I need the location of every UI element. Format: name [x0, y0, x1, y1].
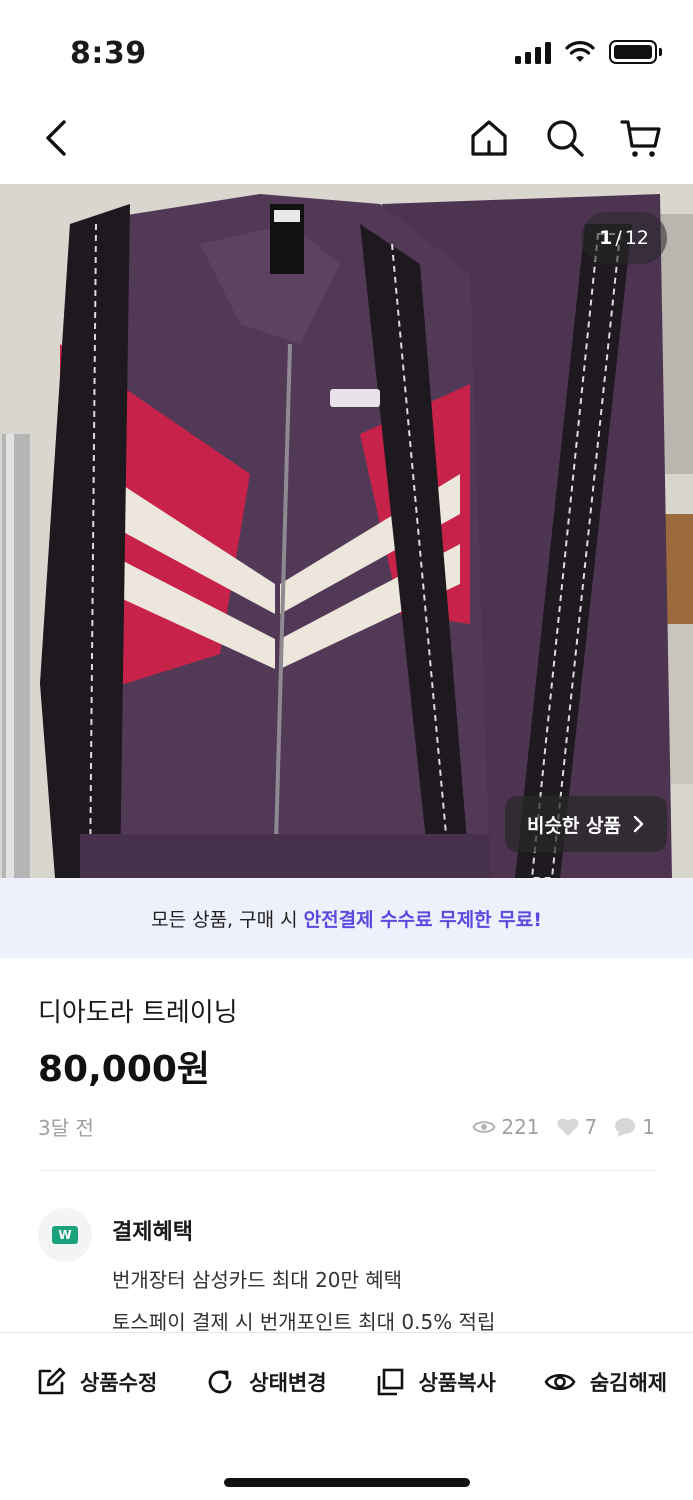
status-time: 8:39	[70, 36, 147, 71]
status-icons	[515, 40, 662, 64]
eye-icon	[472, 1120, 496, 1133]
counter-current: 1	[599, 227, 613, 249]
change-status-label: 상태변경	[249, 1371, 327, 1395]
status-bar: 8:39	[0, 0, 693, 100]
eye-icon	[544, 1373, 576, 1391]
wifi-icon	[565, 41, 595, 62]
change-status-button[interactable]: 상태변경	[205, 1367, 327, 1397]
counter-separator: /	[615, 227, 622, 249]
safe-payment-banner[interactable]: 모든 상품, 구매 시 안전결제 수수료 무제한 무료!	[0, 878, 693, 958]
product-title: 디아도라 트레이닝	[38, 998, 238, 1028]
views-stat: 221	[472, 1114, 540, 1139]
product-price: 80,000원	[38, 1049, 211, 1090]
tracksuit-photo	[0, 184, 693, 878]
copy-product-label: 상품복사	[418, 1371, 496, 1395]
unhide-label: 숨김해제	[589, 1371, 668, 1395]
copy-icon	[377, 1368, 403, 1396]
views-count: 221	[501, 1114, 540, 1139]
heart-icon	[557, 1118, 578, 1136]
similar-products-button[interactable]: 비슷한 상품	[504, 796, 667, 852]
copy-product-button[interactable]: 상품복사	[375, 1367, 496, 1397]
likes-count: 7	[584, 1114, 598, 1139]
edit-icon	[38, 1367, 66, 1395]
image-counter: 1 / 12	[581, 212, 667, 264]
likes-stat: 7	[556, 1114, 598, 1139]
product-meta: 3달 전 221 7 1	[38, 1112, 655, 1141]
similar-products-label: 비슷한 상품	[526, 814, 621, 837]
product-stats: 221 7 1	[472, 1115, 655, 1139]
posted-time: 3달 전	[38, 1116, 94, 1140]
benefit-item[interactable]: 번개장터 삼성카드 최대 20만 혜택	[112, 1264, 402, 1293]
product-image[interactable]: 1 / 12 비슷한 상품	[0, 184, 693, 878]
chats-count: 1	[642, 1114, 655, 1139]
search-icon[interactable]	[543, 116, 587, 160]
unhide-button[interactable]: 숨김해제	[544, 1367, 667, 1397]
nav-actions	[467, 116, 663, 160]
home-indicator	[224, 1478, 470, 1487]
chevron-right-icon	[633, 815, 644, 833]
banner-highlight: 안전결제 수수료 무제한 무료!	[303, 908, 542, 931]
bottom-action-bar: 상품수정 상태변경 상품복사 숨김해제	[0, 1332, 693, 1500]
home-icon[interactable]	[467, 116, 511, 160]
chevron-left-icon[interactable]	[36, 116, 80, 160]
payment-logo-tag: W	[52, 1226, 78, 1244]
chats-stat: 1	[613, 1115, 655, 1139]
benefit-item[interactable]: 토스페이 결제 시 번개포인트 최대 0.5% 적립	[112, 1306, 495, 1335]
action-list: 상품수정 상태변경 상품복사 숨김해제	[36, 1367, 667, 1397]
chat-bubble-icon	[615, 1117, 636, 1137]
section-divider	[38, 1170, 655, 1171]
cart-icon[interactable]	[619, 116, 663, 160]
banner-prefix: 모든 상품, 구매 시	[151, 908, 298, 931]
edit-product-button[interactable]: 상품수정	[36, 1367, 157, 1397]
payment-logo: W	[38, 1208, 92, 1262]
nav-bar	[0, 100, 693, 184]
benefits-title: 결제혜택	[112, 1220, 193, 1245]
edit-product-label: 상품수정	[80, 1371, 158, 1395]
signal-icon	[515, 40, 551, 64]
battery-icon	[609, 40, 662, 64]
refresh-icon	[208, 1370, 232, 1394]
counter-total: 12	[624, 227, 649, 249]
